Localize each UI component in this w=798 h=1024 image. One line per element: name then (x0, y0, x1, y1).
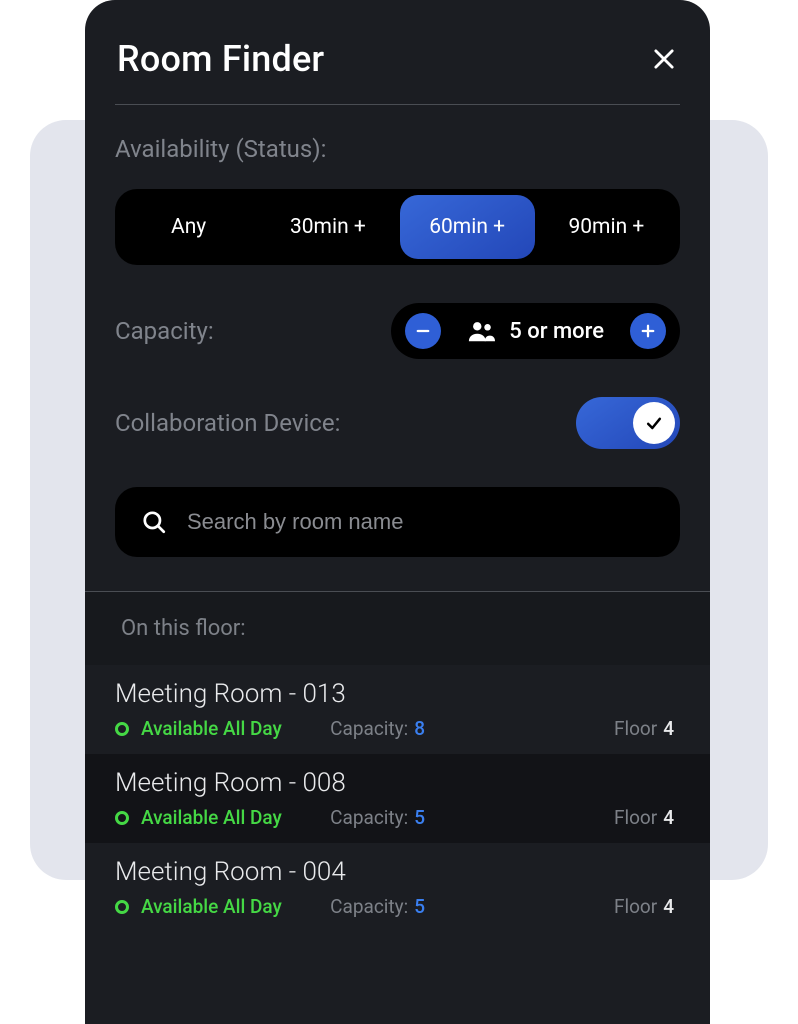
search-icon (141, 509, 167, 535)
room-floor: 4 (663, 717, 674, 740)
capacity-decrease-button[interactable] (405, 313, 441, 349)
availability-option-any[interactable]: Any (121, 195, 256, 259)
search-field[interactable] (115, 487, 680, 557)
floor-label-text: Floor (614, 895, 657, 918)
collab-toggle[interactable] (576, 397, 680, 449)
capacity-row: Capacity: 5 or more (115, 303, 680, 359)
close-icon (650, 45, 678, 73)
room-name: Meeting Room - 013 (115, 679, 680, 709)
availability-option-30[interactable]: 30min + (260, 195, 395, 259)
room-floor: 4 (663, 895, 674, 918)
room-name: Meeting Room - 008 (115, 768, 680, 798)
status-dot-icon (115, 722, 129, 736)
room-meta: Available All Day Capacity: 8 Floor 4 (115, 717, 680, 740)
availability-option-60[interactable]: 60min + (400, 195, 535, 259)
search-input[interactable] (187, 509, 654, 535)
panel-header: Room Finder (115, 38, 680, 105)
room-meta: Available All Day Capacity: 5 Floor 4 (115, 895, 680, 918)
room-meta: Available All Day Capacity: 5 Floor 4 (115, 806, 680, 829)
room-capacity: 5 (414, 895, 425, 918)
capacity-label-text: Capacity: (330, 806, 408, 829)
capacity-display: 5 or more (459, 319, 612, 344)
panel-title: Room Finder (117, 38, 324, 80)
floor-label-text: Floor (614, 717, 657, 740)
room-item[interactable]: Meeting Room - 004 Available All Day Cap… (85, 843, 710, 932)
plus-icon (639, 322, 657, 340)
availability-option-90[interactable]: 90min + (539, 195, 674, 259)
capacity-stepper: 5 or more (391, 303, 680, 359)
capacity-increase-button[interactable] (630, 313, 666, 349)
availability-segmented: Any 30min + 60min + 90min + (115, 189, 680, 265)
status-dot-icon (115, 900, 129, 914)
availability-label: Availability (Status): (115, 135, 680, 163)
room-name: Meeting Room - 004 (115, 857, 680, 887)
status-dot-icon (115, 811, 129, 825)
room-capacity: 8 (414, 717, 425, 740)
check-icon (644, 413, 664, 433)
room-status: Available All Day (141, 806, 330, 829)
capacity-value: 5 or more (509, 319, 604, 344)
room-capacity: 5 (414, 806, 425, 829)
close-button[interactable] (650, 45, 678, 73)
capacity-label: Capacity: (115, 317, 214, 345)
collab-label: Collaboration Device: (115, 409, 340, 437)
room-status: Available All Day (141, 895, 330, 918)
capacity-label-text: Capacity: (330, 717, 408, 740)
room-finder-panel: Room Finder Availability (Status): Any 3… (85, 0, 710, 1024)
capacity-label-text: Capacity: (330, 895, 408, 918)
room-item[interactable]: Meeting Room - 013 Available All Day Cap… (85, 665, 710, 754)
minus-icon (414, 322, 432, 340)
results-heading: On this floor: (85, 592, 710, 665)
room-floor: 4 (663, 806, 674, 829)
toggle-knob (633, 402, 675, 444)
people-icon (467, 320, 495, 342)
room-status: Available All Day (141, 717, 330, 740)
room-item[interactable]: Meeting Room - 008 Available All Day Cap… (85, 754, 710, 843)
collab-row: Collaboration Device: (115, 397, 680, 449)
floor-label-text: Floor (614, 806, 657, 829)
